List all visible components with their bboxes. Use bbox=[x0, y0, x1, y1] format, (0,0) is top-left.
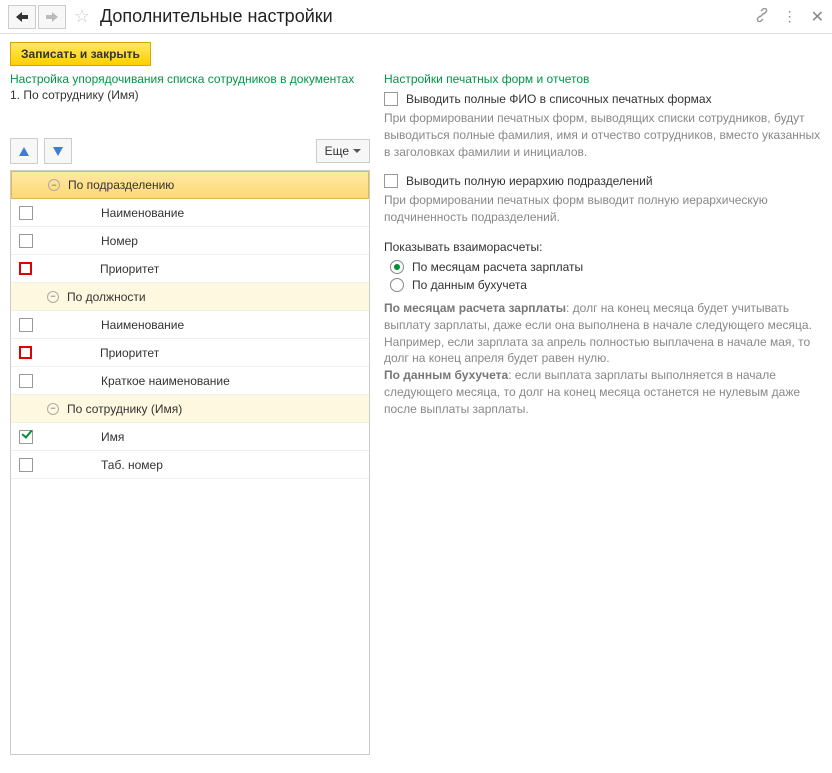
option-description: При формировании печатных форм выводит п… bbox=[384, 192, 822, 226]
radio-label: По месяцам расчета зарплаты bbox=[412, 260, 583, 274]
collapse-icon[interactable]: − bbox=[48, 179, 60, 191]
arrow-up-icon bbox=[19, 147, 29, 156]
radio-icon bbox=[390, 278, 404, 292]
window-title: Дополнительные настройки bbox=[98, 6, 755, 27]
left-section-heading: Настройка упорядочивания списка сотрудни… bbox=[10, 72, 370, 86]
checkbox[interactable] bbox=[19, 234, 33, 248]
tree-item[interactable]: Приоритет bbox=[11, 339, 369, 367]
save-and-close-button[interactable]: Записать и закрыть bbox=[10, 42, 151, 66]
toolbar: Записать и закрыть bbox=[0, 34, 832, 72]
collapse-icon[interactable]: − bbox=[47, 403, 59, 415]
tree-item[interactable]: Номер bbox=[11, 227, 369, 255]
option-label: Выводить полную иерархию подразделений bbox=[406, 174, 653, 188]
close-icon[interactable]: ✕ bbox=[811, 7, 824, 27]
radio-label: По данным бухучета bbox=[412, 278, 527, 292]
checkbox-checked[interactable] bbox=[19, 430, 33, 444]
move-up-button[interactable] bbox=[10, 138, 38, 164]
sort-tree[interactable]: − По подразделению Наименование Номер Пр… bbox=[10, 170, 370, 755]
checkbox-required[interactable] bbox=[19, 346, 32, 359]
link-icon[interactable] bbox=[755, 8, 769, 25]
nav-back-button[interactable] bbox=[8, 5, 36, 29]
checkbox[interactable] bbox=[19, 374, 33, 388]
tree-item[interactable]: Краткое наименование bbox=[11, 367, 369, 395]
more-button[interactable]: Еще bbox=[316, 139, 370, 163]
tree-group-employee[interactable]: − По сотруднику (Имя) bbox=[11, 395, 369, 423]
collapse-icon[interactable]: − bbox=[47, 291, 59, 303]
order-summary: 1. По сотруднику (Имя) bbox=[10, 88, 370, 102]
radio-icon bbox=[390, 260, 404, 274]
tree-item[interactable]: Приоритет bbox=[11, 255, 369, 283]
explanation-text: По месяцам расчета зарплаты: долг на кон… bbox=[384, 300, 822, 418]
tree-item[interactable]: Имя bbox=[11, 423, 369, 451]
chevron-down-icon bbox=[353, 149, 361, 153]
titlebar: ☆ Дополнительные настройки ⋮ ✕ bbox=[0, 0, 832, 34]
checkbox[interactable] bbox=[19, 458, 33, 472]
radio-by-months[interactable]: По месяцам расчета зарплаты bbox=[390, 260, 822, 274]
checkbox-full-fio[interactable] bbox=[384, 92, 398, 106]
more-button-label: Еще bbox=[325, 144, 349, 158]
tree-group-position[interactable]: − По должности bbox=[11, 283, 369, 311]
tree-item[interactable]: Таб. номер bbox=[11, 451, 369, 479]
arrow-down-icon bbox=[53, 147, 63, 156]
favorite-star-icon[interactable]: ☆ bbox=[70, 5, 94, 29]
tree-group-department[interactable]: − По подразделению bbox=[11, 171, 369, 199]
tree-item[interactable]: Наименование bbox=[11, 199, 369, 227]
nav-forward-button[interactable] bbox=[38, 5, 66, 29]
checkbox[interactable] bbox=[19, 206, 33, 220]
tree-item[interactable]: Наименование bbox=[11, 311, 369, 339]
kebab-menu-icon[interactable]: ⋮ bbox=[783, 8, 797, 25]
checkbox[interactable] bbox=[19, 318, 33, 332]
mutual-settlements-label: Показывать взаиморасчеты: bbox=[384, 240, 822, 254]
option-label: Выводить полные ФИО в списочных печатных… bbox=[406, 92, 712, 106]
checkbox-full-hierarchy[interactable] bbox=[384, 174, 398, 188]
option-description: При формировании печатных форм, выводящи… bbox=[384, 110, 822, 160]
right-section-heading: Настройки печатных форм и отчетов bbox=[384, 72, 822, 86]
radio-by-accounting[interactable]: По данным бухучета bbox=[390, 278, 822, 292]
checkbox-required[interactable] bbox=[19, 262, 32, 275]
move-down-button[interactable] bbox=[44, 138, 72, 164]
